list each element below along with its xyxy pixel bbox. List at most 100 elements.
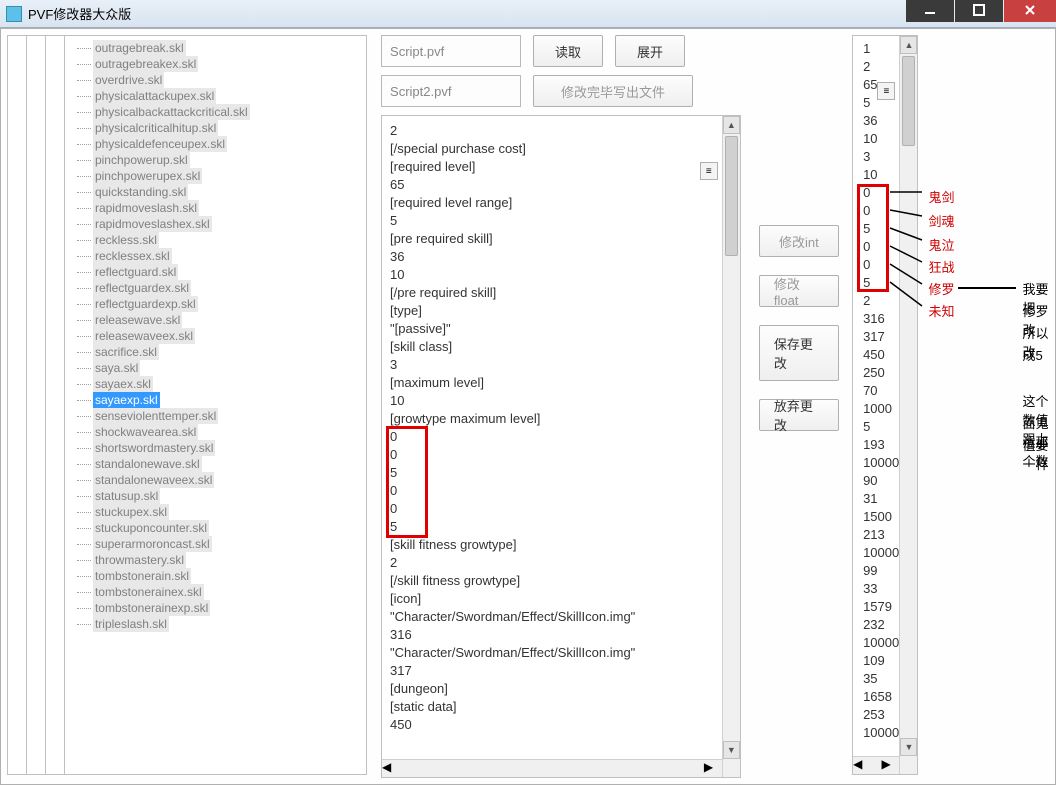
tree-item-label: superarmoroncast.skl <box>93 536 212 552</box>
tree-item-label: reckless.skl <box>93 232 159 248</box>
tree-item[interactable]: reflectguard.skl <box>69 264 366 280</box>
tree-item[interactable]: overdrive.skl <box>69 72 366 88</box>
editor-textarea[interactable]: 2 [/special purchase cost] [required lev… <box>382 116 740 777</box>
values-vertical-scrollbar[interactable]: ▲ ▼ <box>899 36 917 774</box>
window-close-button[interactable] <box>1004 0 1056 22</box>
tree-item-label: pinchpowerup.skl <box>93 152 190 168</box>
tree-item[interactable]: shortswordmastery.skl <box>69 440 366 456</box>
tree-item[interactable]: tombstonerainexp.skl <box>69 600 366 616</box>
tree-item[interactable]: releasewave.skl <box>69 312 366 328</box>
file-tree-panel: outragebreak.skloutragebreakex.skloverdr… <box>64 35 367 775</box>
scroll-thumb[interactable] <box>902 56 915 146</box>
tree-strip-2 <box>26 35 45 775</box>
scroll-down-icon[interactable]: ▼ <box>723 741 740 759</box>
tree-item[interactable]: standalonewave.skl <box>69 456 366 472</box>
tree-item[interactable]: shockwavearea.skl <box>69 424 366 440</box>
anno-comment: 值要一样 <box>1022 435 1055 473</box>
tree-item-label: tombstonerainex.skl <box>93 584 204 600</box>
tree-item[interactable]: rapidmoveslashex.skl <box>69 216 366 232</box>
editor-options-icon[interactable]: ≡ <box>700 162 718 180</box>
modify-float-button[interactable]: 修改float <box>759 275 839 307</box>
tree-item[interactable]: senseviolenttemper.skl <box>69 408 366 424</box>
tree-item-label: quickstanding.skl <box>93 184 188 200</box>
tree-item[interactable]: superarmoroncast.skl <box>69 536 366 552</box>
tree-item[interactable]: sacrifice.skl <box>69 344 366 360</box>
tree-item-label: stuckuponcounter.skl <box>93 520 209 536</box>
discard-changes-button[interactable]: 放弃更改 <box>759 399 839 431</box>
tree-item-label: reflectguardex.skl <box>93 280 191 296</box>
window-minimize-button[interactable] <box>906 0 954 22</box>
tree-strip-3 <box>45 35 64 775</box>
tree-item[interactable]: saya.skl <box>69 360 366 376</box>
tree-item-label: shortswordmastery.skl <box>93 440 215 456</box>
tree-item[interactable]: reflectguardexp.skl <box>69 296 366 312</box>
scroll-right-icon[interactable]: ▶ <box>881 757 899 774</box>
expand-button[interactable]: 展开 <box>615 35 685 67</box>
window-title: PVF修改器大众版 <box>28 4 131 23</box>
tree-item[interactable]: tombstonerain.skl <box>69 568 366 584</box>
scroll-thumb[interactable] <box>725 136 738 256</box>
tree-item-label: reflectguard.skl <box>93 264 178 280</box>
tree-item[interactable]: sayaex.skl <box>69 376 366 392</box>
tree-item[interactable]: physicaldefenceupex.skl <box>69 136 366 152</box>
tree-item-label: physicalcriticalhitup.skl <box>93 120 218 136</box>
editor-vertical-scrollbar[interactable]: ▲ ▼ <box>722 116 740 777</box>
tree-item-label: sayaexp.skl <box>93 392 160 408</box>
tree-item-label: pinchpowerupex.skl <box>93 168 202 184</box>
editor-horizontal-scrollbar[interactable]: ◀ ▶ <box>382 759 722 777</box>
tree-item-label: outragebreak.skl <box>93 40 186 56</box>
tree-item-label: tripleslash.skl <box>93 616 169 632</box>
tree-item[interactable]: physicalattackupex.skl <box>69 88 366 104</box>
tree-item[interactable]: sayaexp.skl <box>69 392 366 408</box>
scroll-down-icon[interactable]: ▼ <box>900 738 917 756</box>
tree-item[interactable]: releasewaveex.skl <box>69 328 366 344</box>
scroll-left-icon[interactable]: ◀ <box>853 757 871 774</box>
tree-item-label: overdrive.skl <box>93 72 164 88</box>
window-maximize-button[interactable] <box>955 0 1003 22</box>
tree-item[interactable]: tripleslash.skl <box>69 616 366 632</box>
tree-item[interactable]: rapidmoveslash.skl <box>69 200 366 216</box>
tree-item[interactable]: stuckupex.skl <box>69 504 366 520</box>
script2-field[interactable]: Script2.pvf <box>381 75 521 107</box>
tree-item[interactable]: reckless.skl <box>69 232 366 248</box>
tree-item[interactable]: statusup.skl <box>69 488 366 504</box>
tree-item-label: releasewave.skl <box>93 312 182 328</box>
script1-field[interactable]: Script.pvf <box>381 35 521 67</box>
tree-item[interactable]: standalonewaveex.skl <box>69 472 366 488</box>
annotation-overlay: 鬼剑 剑魂 鬼泣 狂战 修罗 未知 我要把 修罗改 所以改 成5 这个数值跟上 … <box>922 35 1055 778</box>
tree-item[interactable]: physicalbackattackcritical.skl <box>69 104 366 120</box>
scroll-up-icon[interactable]: ▲ <box>723 116 740 134</box>
tree-item-label: standalonewaveex.skl <box>93 472 214 488</box>
tree-item-label: physicalattackupex.skl <box>93 88 216 104</box>
anno-comment: 成5 <box>1022 345 1042 364</box>
tree-item[interactable]: reflectguardex.skl <box>69 280 366 296</box>
scroll-left-icon[interactable]: ◀ <box>382 760 400 777</box>
tree-item-label: sayaex.skl <box>93 376 153 392</box>
values-horizontal-scrollbar[interactable]: ◀ ▶ <box>853 756 899 774</box>
tree-item[interactable]: stuckuponcounter.skl <box>69 520 366 536</box>
tree-strip-1 <box>7 35 26 775</box>
scroll-up-icon[interactable]: ▲ <box>900 36 917 54</box>
tree-item[interactable]: outragebreakex.skl <box>69 56 366 72</box>
tree-item[interactable]: pinchpowerupex.skl <box>69 168 366 184</box>
values-options-icon[interactable]: ≡ <box>877 82 895 100</box>
tree-item[interactable]: tombstonerainex.skl <box>69 584 366 600</box>
read-button[interactable]: 读取 <box>533 35 603 67</box>
tree-item-label: statusup.skl <box>93 488 160 504</box>
tree-item-label: saya.skl <box>93 360 140 376</box>
tree-item[interactable]: recklessex.skl <box>69 248 366 264</box>
file-tree-list[interactable]: outragebreak.skloutragebreakex.skloverdr… <box>65 36 366 774</box>
tree-item[interactable]: pinchpowerup.skl <box>69 152 366 168</box>
tree-item[interactable]: outragebreak.skl <box>69 40 366 56</box>
tree-item-label: tombstonerain.skl <box>93 568 191 584</box>
tree-item[interactable]: throwmastery.skl <box>69 552 366 568</box>
write-file-button[interactable]: 修改完毕写出文件 <box>533 75 693 107</box>
modify-int-button[interactable]: 修改int <box>759 225 839 257</box>
app-icon <box>6 6 22 22</box>
save-changes-button[interactable]: 保存更改 <box>759 325 839 381</box>
scroll-right-icon[interactable]: ▶ <box>704 760 722 777</box>
tree-item-label: rapidmoveslash.skl <box>93 200 199 216</box>
tree-item-label: reflectguardexp.skl <box>93 296 198 312</box>
tree-item[interactable]: physicalcriticalhitup.skl <box>69 120 366 136</box>
tree-item[interactable]: quickstanding.skl <box>69 184 366 200</box>
